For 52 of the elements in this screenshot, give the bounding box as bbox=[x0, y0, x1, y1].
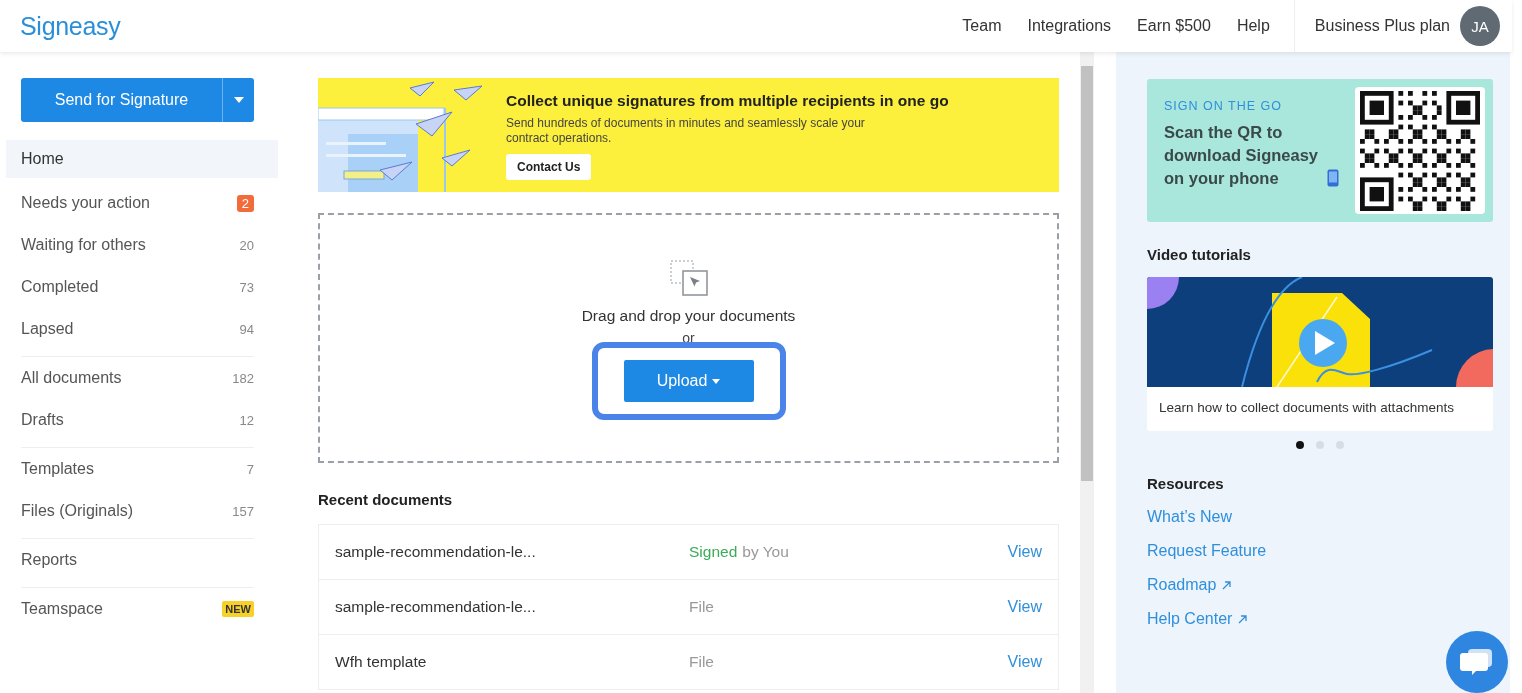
promo-eyebrow: SIGN ON THE GO bbox=[1164, 99, 1283, 113]
external-link-icon bbox=[1238, 614, 1249, 624]
video-card[interactable]: Learn how to collect documents with attachments bbox=[1147, 277, 1493, 431]
avatar[interactable]: JA bbox=[1460, 6, 1500, 46]
view-link[interactable]: View bbox=[1007, 543, 1042, 561]
section-title: Video tutorials bbox=[1147, 246, 1252, 263]
plan-label[interactable]: Business Plus plan bbox=[1314, 17, 1450, 35]
document-status: File bbox=[689, 598, 715, 616]
carousel-dot[interactable] bbox=[1296, 441, 1304, 449]
document-name[interactable]: Wfh template bbox=[335, 653, 689, 671]
promo-text: Scan the QR to download Signeasy on your phone bbox=[1164, 122, 1320, 189]
drop-instructions: Drag and drop your documents bbox=[581, 307, 796, 325]
video-caption: Learn how to collect documents with attachments bbox=[1158, 399, 1455, 417]
sidebar-item[interactable]: Needs your action 2 bbox=[6, 182, 278, 224]
sidebar-item[interactable]: All documents 182 bbox=[6, 357, 278, 399]
nav-link[interactable]: Team bbox=[962, 17, 1002, 35]
chat-icon bbox=[1460, 647, 1494, 677]
dropdown-button[interactable] bbox=[222, 78, 254, 122]
caret-icon bbox=[712, 378, 721, 384]
document-name[interactable]: sample-recommendation-le... bbox=[335, 543, 689, 561]
caret-icon bbox=[233, 97, 244, 103]
sidebar-item[interactable]: Drafts 12 bbox=[6, 399, 278, 441]
document-status: File bbox=[689, 653, 715, 671]
section-title: Resources bbox=[1147, 475, 1225, 492]
carousel-dot[interactable] bbox=[1336, 441, 1344, 449]
document-name[interactable]: sample-recommendation-le... bbox=[335, 598, 689, 616]
view-link[interactable]: View bbox=[1007, 598, 1042, 616]
section-title: Recent documents bbox=[318, 491, 454, 508]
nav-link[interactable]: Integrations bbox=[1027, 17, 1112, 35]
nav-link[interactable]: Earn $500 bbox=[1137, 17, 1211, 35]
contact-us-button[interactable]: Contact Us bbox=[506, 154, 592, 180]
phone-icon bbox=[1327, 169, 1339, 187]
sidebar-item[interactable]: Home bbox=[6, 140, 278, 178]
sidebar-item[interactable]: Waiting for others 20 bbox=[6, 224, 278, 266]
drag-drop-icon bbox=[668, 259, 709, 299]
carousel-dot[interactable] bbox=[1316, 441, 1324, 449]
external-link-icon bbox=[1222, 580, 1233, 590]
document-status: Signed by You bbox=[689, 543, 790, 561]
sidebar-item[interactable]: Teamspace NEW bbox=[6, 588, 278, 630]
scrollbar[interactable] bbox=[1080, 52, 1094, 693]
qr-code-icon bbox=[1360, 90, 1480, 211]
banner-title: Collect unique signatures from multiple recipients in one go bbox=[506, 92, 949, 110]
sidebar-item[interactable]: Reports bbox=[6, 539, 278, 581]
upload-button[interactable]: Upload bbox=[623, 360, 754, 402]
view-link[interactable]: View bbox=[1007, 653, 1042, 671]
sidebar-item[interactable]: Completed 73 bbox=[6, 266, 278, 308]
banner-text: Send hundreds of documents in minutes and seamlessly scale your contract operations. bbox=[506, 116, 866, 146]
sidebar-item[interactable]: Lapsed 94 bbox=[6, 308, 278, 350]
send-for-signature-button[interactable]: Send for Signature bbox=[21, 78, 222, 122]
sidebar-item[interactable]: Files (Originals) 157 bbox=[6, 490, 278, 532]
nav-link[interactable]: Help bbox=[1236, 17, 1270, 35]
sidebar-item[interactable]: Templates 7 bbox=[6, 448, 278, 490]
